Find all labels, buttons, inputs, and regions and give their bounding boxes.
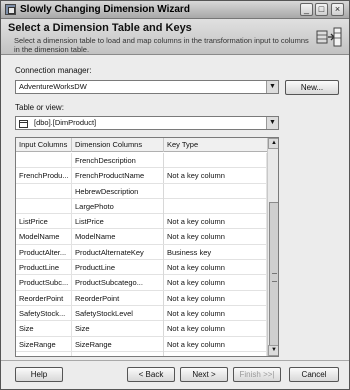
input-column-cell[interactable]: ListPrice: [16, 214, 72, 230]
input-column-cell[interactable]: [16, 198, 72, 214]
scroll-thumb[interactable]: [269, 202, 278, 352]
maximize-button[interactable]: □: [315, 3, 328, 16]
window-title: Slowly Changing Dimension Wizard: [20, 4, 190, 15]
column-mapping-grid: Input Columns Dimension Columns Key Type…: [15, 137, 279, 357]
input-column-cell[interactable]: SizeRange: [16, 336, 72, 352]
finish-button[interactable]: Finish >>|: [233, 367, 281, 382]
app-icon: [5, 4, 16, 15]
help-button[interactable]: Help: [15, 367, 63, 382]
page-title: Select a Dimension Table and Keys: [8, 22, 192, 34]
scroll-up-icon[interactable]: ▲: [268, 138, 278, 149]
table-or-view-label: Table or view:: [15, 103, 64, 112]
grid-header: Input Columns Dimension Columns Key Type: [16, 138, 267, 152]
title-bar[interactable]: Slowly Changing Dimension Wizard _ □ ×: [1, 1, 349, 19]
input-column-cell[interactable]: SizeUnitMea...: [16, 351, 72, 356]
table-icon: [19, 120, 28, 128]
dimension-column-cell[interactable]: Size: [72, 321, 164, 337]
input-column-cell[interactable]: [16, 183, 72, 199]
dimension-column-cell[interactable]: ProductLine: [72, 260, 164, 276]
close-button[interactable]: ×: [331, 3, 344, 16]
table-row[interactable]: FrenchProdu... FrenchProductName Not a key…: [16, 168, 267, 184]
key-type-cell[interactable]: [164, 183, 267, 199]
chevron-down-icon[interactable]: ▼: [266, 117, 278, 129]
dimension-wizard-icon: [316, 27, 342, 47]
key-type-cell[interactable]: Business key: [164, 244, 267, 260]
table-row[interactable]: ReorderPoint ReorderPoint Not a key column: [16, 290, 267, 306]
connection-manager-value: AdventureWorksDW: [19, 82, 87, 91]
key-type-cell[interactable]: Not a key column: [164, 260, 267, 276]
back-button[interactable]: < Back: [127, 367, 175, 382]
wizard-window: Slowly Changing Dimension Wizard _ □ × S…: [0, 0, 350, 390]
table-row[interactable]: ProductSubc... ProductSubcatego... Not a k…: [16, 275, 267, 291]
table-or-view-select[interactable]: [dbo].[DimProduct] ▼: [15, 116, 279, 130]
dimension-column-cell[interactable]: HebrewDescription: [72, 183, 164, 199]
input-column-cell[interactable]: SafetyStock...: [16, 305, 72, 321]
dimension-column-cell[interactable]: ReorderPoint: [72, 290, 164, 306]
dimension-column-cell[interactable]: SafetyStockLevel: [72, 305, 164, 321]
key-type-cell[interactable]: Not a key column: [164, 214, 267, 230]
page-description: Select a dimension table to load and map…: [14, 36, 309, 54]
dimension-column-cell[interactable]: ProductSubcatego...: [72, 275, 164, 291]
grid-vertical-scrollbar[interactable]: ▲ ▼: [267, 138, 278, 356]
key-type-cell[interactable]: Not a key column: [164, 351, 267, 356]
key-type-cell[interactable]: Not a key column: [164, 275, 267, 291]
input-column-cell[interactable]: [16, 153, 72, 168]
table-row[interactable]: SizeUnitMea...SizeUnitMeasureC...Not a k…: [16, 351, 267, 356]
table-row[interactable]: FrenchDescription: [16, 153, 267, 169]
dimension-column-cell[interactable]: SizeUnitMeasureC...: [72, 351, 164, 356]
table-row[interactable]: ProductAlter... ProductAlternateKey Busine…: [16, 244, 267, 261]
key-type-cell[interactable]: Not a key column: [164, 290, 267, 306]
column-header-dimension[interactable]: Dimension Columns: [72, 138, 164, 152]
dimension-column-cell[interactable]: ModelName: [72, 229, 164, 245]
input-column-cell[interactable]: ReorderPoint: [16, 290, 72, 306]
table-row[interactable]: ProductLine ProductLine Not a key column: [16, 260, 267, 276]
scroll-down-icon[interactable]: ▼: [268, 345, 278, 356]
column-header-key-type[interactable]: Key Type: [164, 138, 267, 152]
key-type-cell[interactable]: [164, 198, 267, 214]
input-column-cell[interactable]: ProductAlter...: [16, 244, 72, 260]
footer-divider: [1, 360, 349, 361]
key-type-cell[interactable]: Not a key column: [164, 321, 267, 337]
input-column-cell[interactable]: Size: [16, 321, 72, 337]
table-or-view-value: [dbo].[DimProduct]: [34, 118, 97, 127]
dimension-column-cell[interactable]: LargePhoto: [72, 198, 164, 214]
dimension-column-cell[interactable]: FrenchDescription: [72, 153, 164, 168]
connection-manager-select[interactable]: AdventureWorksDW ▼: [15, 80, 279, 94]
dimension-column-cell[interactable]: ListPrice: [72, 214, 164, 230]
table-row[interactable]: ModelName ModelName Not a key column: [16, 229, 267, 245]
key-type-cell[interactable]: Not a key column: [164, 168, 267, 184]
table-row[interactable]: ListPrice ListPrice Not a key column: [16, 214, 267, 230]
grid-rows: FrenchDescription FrenchProdu... FrenchPro…: [16, 153, 267, 356]
table-row[interactable]: LargePhoto: [16, 198, 267, 215]
table-row[interactable]: Size Size Not a key column: [16, 321, 267, 337]
new-connection-button[interactable]: New...: [285, 80, 339, 95]
cancel-button[interactable]: Cancel: [289, 367, 339, 382]
input-column-cell[interactable]: FrenchProdu...: [16, 168, 72, 184]
wizard-header: Select a Dimension Table and Keys Select…: [1, 19, 349, 55]
table-row[interactable]: SizeRange SizeRange Not a key column: [16, 336, 267, 352]
chevron-down-icon[interactable]: ▼: [266, 81, 278, 93]
input-column-cell[interactable]: ProductLine: [16, 260, 72, 276]
next-button[interactable]: Next >: [180, 367, 228, 382]
input-column-cell[interactable]: ProductSubc...: [16, 275, 72, 291]
dimension-column-cell[interactable]: FrenchProductName: [72, 168, 164, 184]
table-row[interactable]: SafetyStock... SafetyStockLevel Not a key …: [16, 305, 267, 322]
column-header-input[interactable]: Input Columns: [16, 138, 72, 152]
table-row[interactable]: HebrewDescription: [16, 183, 267, 199]
key-type-cell[interactable]: Not a key column: [164, 229, 267, 245]
key-type-cell[interactable]: Not a key column: [164, 305, 267, 321]
dimension-column-cell[interactable]: ProductAlternateKey: [72, 244, 164, 260]
key-type-cell[interactable]: [164, 153, 267, 168]
connection-manager-label: Connection manager:: [15, 66, 92, 75]
key-type-cell[interactable]: Not a key column: [164, 336, 267, 352]
dimension-column-cell[interactable]: SizeRange: [72, 336, 164, 352]
minimize-button[interactable]: _: [300, 3, 313, 16]
input-column-cell[interactable]: ModelName: [16, 229, 72, 245]
